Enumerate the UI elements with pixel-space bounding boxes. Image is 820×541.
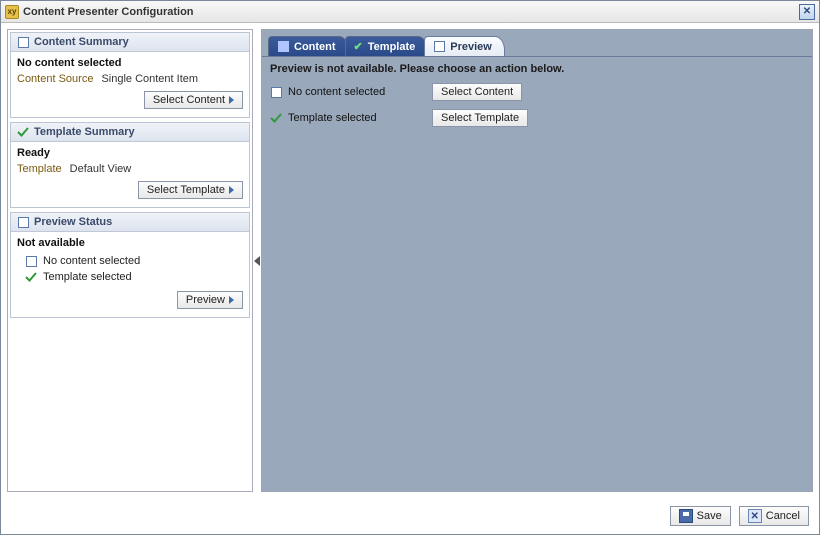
chevron-right-icon [229, 186, 234, 194]
select-template-button[interactable]: Select Template [432, 109, 528, 127]
titlebar: xy Content Presenter Configuration ✕ [1, 1, 819, 23]
panel-content-summary: Content Summary No content selected Cont… [10, 32, 250, 118]
splitter-handle[interactable] [253, 29, 261, 492]
step-box-icon [277, 41, 289, 53]
unchecked-box-icon [433, 41, 445, 53]
content-source-value: Single Content Item [101, 73, 198, 85]
cancel-icon: ✕ [748, 509, 762, 523]
preview-message: Preview is not available. Please choose … [270, 63, 804, 75]
check-icon [25, 271, 37, 283]
check-icon [17, 126, 29, 138]
panel-preview-status: Preview Status Not available No content … [10, 212, 250, 318]
preview-status-item-label: Template selected [43, 271, 132, 283]
tab-content-label: Content [294, 41, 336, 53]
action-row: Template selected Select Template [270, 109, 804, 127]
preview-status-body: Not available No content selected Templa… [11, 232, 249, 317]
dialog-body: Content Summary No content selected Cont… [1, 23, 819, 498]
template-summary-status: Ready [17, 147, 243, 159]
select-content-button[interactable]: Select Content [432, 83, 522, 101]
preview-status-title: Preview Status [34, 216, 112, 228]
select-template-label: Select Template [147, 184, 225, 196]
content-summary-body: No content selected Content Source Singl… [11, 52, 249, 117]
select-content-button-sidebar[interactable]: Select Content [144, 91, 243, 109]
tab-content[interactable]: Content [268, 36, 349, 56]
dialog-footer: Save ✕ Cancel [1, 498, 819, 534]
content-source-label: Content Source [17, 73, 93, 85]
close-button[interactable]: ✕ [799, 4, 815, 20]
panel-header-preview-status: Preview Status [11, 213, 249, 232]
app-icon: xy [5, 5, 19, 19]
preview-tab-content: Preview is not available. Please choose … [262, 56, 812, 491]
panel-header-template-summary: Template Summary [11, 123, 249, 142]
summary-sidebar: Content Summary No content selected Cont… [7, 29, 253, 492]
select-content-btn-label: Select Content [441, 86, 513, 98]
panel-template-summary: Template Summary Ready Template Default … [10, 122, 250, 208]
action-row-label: No content selected [270, 86, 420, 98]
cancel-label: Cancel [766, 510, 800, 522]
template-value: Default View [70, 163, 132, 175]
template-summary-title: Template Summary [34, 126, 135, 138]
tab-preview[interactable]: Preview [424, 36, 505, 56]
action-row-text: No content selected [288, 86, 385, 98]
preview-button-sidebar[interactable]: Preview [177, 291, 243, 309]
close-icon: ✕ [803, 6, 811, 17]
preview-status-item: Template selected [17, 269, 243, 285]
save-label: Save [697, 510, 722, 522]
save-button[interactable]: Save [670, 506, 731, 526]
save-icon [679, 509, 693, 523]
content-source-row: Content Source Single Content Item [17, 73, 243, 85]
action-row: No content selected Select Content [270, 83, 804, 101]
chevron-right-icon [229, 296, 234, 304]
content-summary-status: No content selected [17, 57, 243, 69]
preview-btn-label: Preview [186, 294, 225, 306]
content-summary-title: Content Summary [34, 36, 129, 48]
preview-status-item: No content selected [17, 253, 243, 269]
action-row-label: Template selected [270, 112, 420, 124]
select-template-btn-label: Select Template [441, 112, 519, 124]
cancel-button[interactable]: ✕ Cancel [739, 506, 809, 526]
panel-header-content-summary: Content Summary [11, 33, 249, 52]
check-icon: ✔ [354, 40, 363, 53]
dialog-title: Content Presenter Configuration [23, 6, 194, 18]
unchecked-box-icon [270, 86, 282, 98]
tabstrip: Content ✔ Template Preview [262, 30, 812, 56]
tab-preview-label: Preview [450, 41, 492, 53]
template-label: Template [17, 163, 62, 175]
action-row-text: Template selected [288, 112, 377, 124]
unchecked-box-icon [25, 255, 37, 267]
unchecked-box-icon [17, 216, 29, 228]
preview-status-value: Not available [17, 237, 243, 249]
template-row: Template Default View [17, 163, 243, 175]
select-content-label: Select Content [153, 94, 225, 106]
select-template-button-sidebar[interactable]: Select Template [138, 181, 243, 199]
collapse-left-icon [254, 256, 260, 266]
unchecked-box-icon [17, 36, 29, 48]
main-pane: Content ✔ Template Preview Preview is no… [261, 29, 813, 492]
tab-template[interactable]: ✔ Template [345, 36, 429, 56]
check-icon [270, 112, 282, 124]
template-summary-body: Ready Template Default View Select Templ… [11, 142, 249, 207]
preview-status-item-label: No content selected [43, 255, 140, 267]
dialog-window: xy Content Presenter Configuration ✕ Con… [0, 0, 820, 535]
tab-template-label: Template [368, 41, 415, 53]
chevron-right-icon [229, 96, 234, 104]
titlebar-left: xy Content Presenter Configuration [5, 5, 194, 19]
